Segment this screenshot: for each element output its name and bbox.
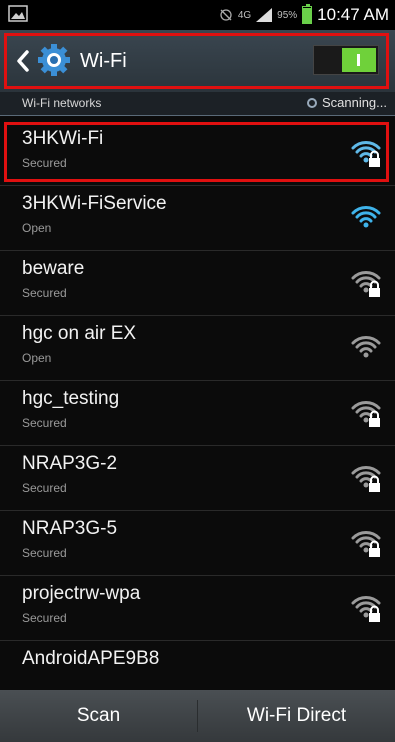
network-security: Secured — [22, 286, 67, 300]
settings-gear-icon — [38, 44, 70, 76]
page-title: Wi-Fi — [80, 50, 127, 72]
back-arrow-icon[interactable] — [14, 48, 32, 74]
network-security: Open — [22, 351, 52, 365]
network-row[interactable]: hgc_testing Secured — [0, 380, 395, 446]
signal-icon — [256, 8, 273, 22]
wifi-locked-icon — [351, 531, 381, 557]
network-row[interactable]: NRAP3G-5 Secured — [0, 510, 395, 576]
network-row[interactable]: hgc on air EX Open — [0, 315, 395, 381]
wifi-toggle[interactable] — [313, 45, 379, 75]
wifi-locked-icon — [351, 466, 381, 492]
battery-percent: 95% — [277, 9, 298, 21]
network-name: hgc_testing — [22, 388, 120, 409]
network-name: NRAP3G-5 — [22, 518, 118, 539]
battery-icon — [302, 4, 313, 24]
section-label: Wi-Fi networks — [22, 96, 102, 110]
network-security: Secured — [22, 481, 67, 495]
network-row[interactable]: 3HKWi-Fi Secured — [0, 120, 395, 186]
network-security: Secured — [22, 546, 67, 560]
network-name: projectrw-wpa — [22, 583, 141, 604]
network-security: Open — [22, 221, 52, 235]
wifi-icon — [351, 336, 381, 358]
network-row[interactable]: projectrw-wpa Secured — [0, 575, 395, 641]
section-header: Wi-Fi networks Scanning... — [0, 92, 395, 116]
scan-status: Scanning... — [321, 95, 387, 110]
toggle-knob — [342, 48, 376, 72]
wifi-direct-button[interactable]: Wi-Fi Direct — [198, 690, 395, 742]
network-name: beware — [22, 258, 85, 279]
bottom-bar: Scan Wi-Fi Direct — [0, 690, 395, 742]
wifi-locked-icon — [351, 271, 381, 297]
gallery-icon — [8, 5, 28, 22]
network-name: AndroidAPE9B8 — [22, 648, 160, 669]
network-name: hgc on air EX — [22, 323, 137, 344]
network-row[interactable]: 3HKWi-FiService Open — [0, 185, 395, 251]
wifi-locked-icon — [351, 141, 381, 167]
network-security: Secured — [22, 611, 67, 625]
network-row[interactable]: AndroidAPE9B8 — [0, 640, 395, 692]
clock: 10:47 AM — [317, 5, 389, 24]
wifi-locked-icon — [351, 401, 381, 427]
mute-icon — [220, 9, 232, 21]
network-row[interactable]: NRAP3G-2 Secured — [0, 445, 395, 511]
status-bar: 4G 95% 10:47 AM — [0, 0, 395, 30]
network-name: NRAP3G-2 — [22, 453, 118, 474]
network-name: 3HKWi-FiService — [22, 193, 167, 214]
scanning-spinner-icon — [306, 97, 317, 108]
wifi-icon — [351, 206, 381, 228]
wifi-locked-icon — [351, 596, 381, 622]
scan-button[interactable]: Scan — [0, 690, 197, 742]
network-security: Secured — [22, 156, 67, 170]
network-row[interactable]: beware Secured — [0, 250, 395, 316]
network-security: Secured — [22, 416, 67, 430]
network-name: 3HKWi-Fi — [22, 128, 104, 149]
network-type: 4G — [237, 9, 252, 21]
